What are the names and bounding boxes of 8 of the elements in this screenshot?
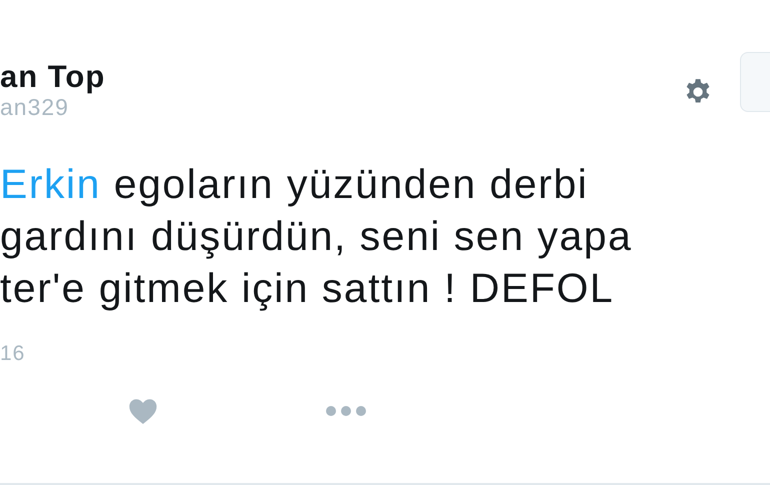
- tweet-text: Erkin egoların yüzünden derbi gardını düşürdün, seni sen yapa ter'e gitmek için sattın ! DEFOL: [0, 160, 634, 313]
- tweet-date[interactable]: 16: [0, 342, 26, 366]
- author-name[interactable]: an Top: [0, 60, 106, 94]
- heart-icon[interactable]: [128, 398, 158, 424]
- follow-button[interactable]: [740, 52, 770, 112]
- author-handle[interactable]: an329: [0, 94, 106, 120]
- mention-link[interactable]: Erkin: [0, 161, 101, 207]
- more-icon[interactable]: [325, 405, 367, 417]
